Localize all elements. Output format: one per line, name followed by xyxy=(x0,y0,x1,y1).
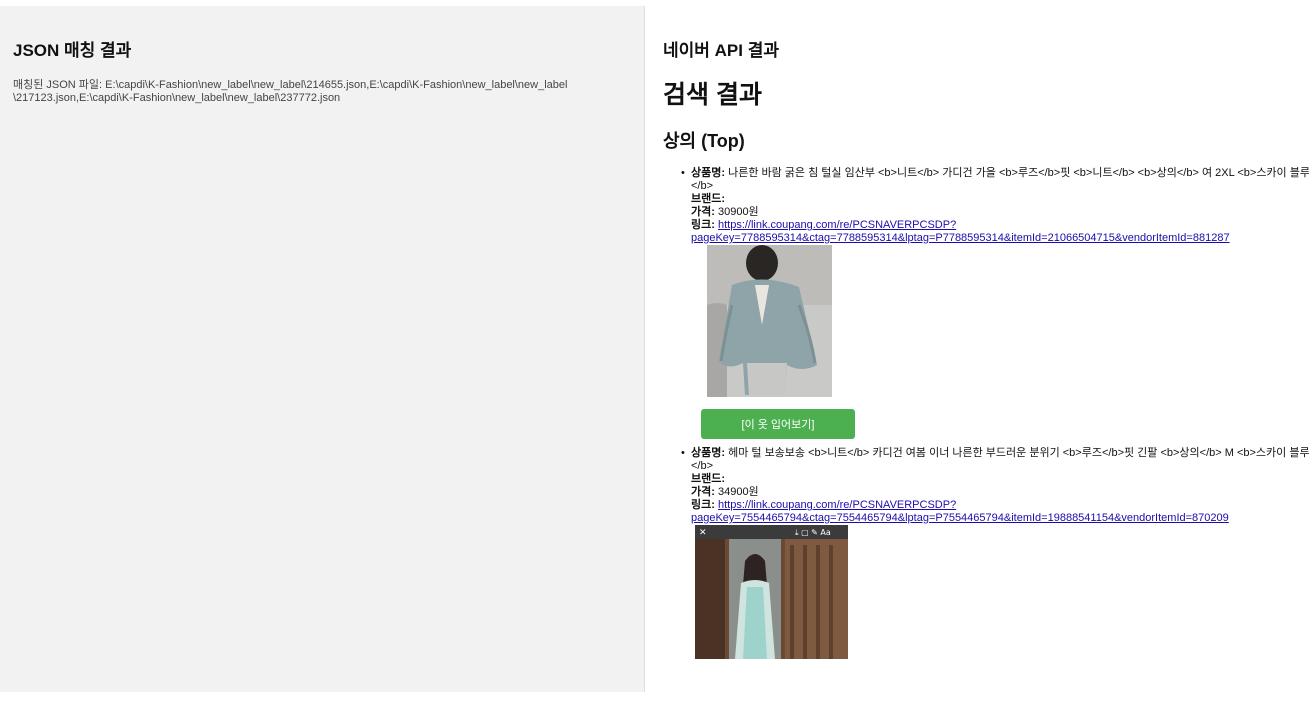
product-name-label: 상품명: xyxy=(691,447,726,459)
product-price-line: 가격: 34900원 xyxy=(691,486,1311,499)
list-bullet: • xyxy=(681,447,685,459)
try-on-button[interactable]: [이 옷 입어보기] xyxy=(701,409,855,439)
product-brand-label: 브랜드: xyxy=(691,473,726,485)
product-name: 헤마 털 보송보송 <b>니트</b> 카디건 여봄 이너 나른한 부드러운 분… xyxy=(691,447,1310,472)
product-price-label: 가격: xyxy=(691,486,715,498)
category-title-top: 상의 (Top) xyxy=(663,131,745,151)
product-brand-line: 브랜드: xyxy=(691,193,1311,206)
json-result-panel: JSON 매칭 결과 매칭된 JSON 파일: E:\capdi\K-Fashi… xyxy=(0,6,645,692)
product-image-cardigan[interactable] xyxy=(707,245,832,397)
naver-api-title: 네이버 API 결과 xyxy=(663,41,779,60)
scrollbar[interactable] xyxy=(1309,0,1315,692)
product-link-label: 링크: xyxy=(691,219,715,231)
product-name-line: 상품명: 나른한 바람 굵은 침 털실 임산부 <b>니트</b> 가디건 가을… xyxy=(691,167,1311,193)
product-link[interactable]: https://link.coupang.com/re/PCSNAVERPCSD… xyxy=(718,499,956,511)
matched-json-label: 매칭된 JSON 파일: xyxy=(13,79,103,91)
product-price: 30900원 xyxy=(717,206,759,218)
svg-text:✕: ✕ xyxy=(699,528,707,538)
list-bullet: • xyxy=(681,167,685,179)
svg-text:⤓ ▢ ✎ Aa: ⤓ ▢ ✎ Aa xyxy=(795,528,831,537)
product-price-line: 가격: 30900원 xyxy=(691,206,1311,219)
product-item: • 상품명: 헤마 털 보송보송 <b>니트</b> 카디건 여봄 이너 나른한… xyxy=(681,447,1311,659)
page: JSON 매칭 결과 매칭된 JSON 파일: E:\capdi\K-Fashi… xyxy=(0,0,1315,708)
product-link[interactable]: https://link.coupang.com/re/PCSNAVERPCSD… xyxy=(718,219,956,231)
product-image-model[interactable]: ✕ ⤓ ▢ ✎ Aa xyxy=(695,525,848,659)
product-price: 34900원 xyxy=(717,486,759,498)
product-brand-line: 브랜드: xyxy=(691,473,1311,486)
matched-json-files: 매칭된 JSON 파일: E:\capdi\K-Fashion\new_labe… xyxy=(13,79,573,105)
product-name-line: 상품명: 헤마 털 보송보송 <b>니트</b> 카디건 여봄 이너 나른한 부… xyxy=(691,447,1311,473)
product-link-continued[interactable]: pageKey=7554465794&ctag=7554465794&lptag… xyxy=(691,512,1311,525)
product-link-continued[interactable]: pageKey=7788595314&ctag=7788595314&lptag… xyxy=(691,232,1311,245)
product-item: • 상품명: 나른한 바람 굵은 침 털실 임산부 <b>니트</b> 가디건 … xyxy=(681,167,1311,439)
product-list: • 상품명: 나른한 바람 굵은 침 털실 임산부 <b>니트</b> 가디건 … xyxy=(663,167,1315,659)
search-results-title: 검색 결과 xyxy=(663,81,762,109)
json-result-title: JSON 매칭 결과 xyxy=(13,41,132,60)
product-name: 나른한 바람 굵은 침 털실 임산부 <b>니트</b> 가디건 가을 <b>루… xyxy=(691,167,1310,192)
product-name-label: 상품명: xyxy=(691,167,726,179)
product-brand-label: 브랜드: xyxy=(691,193,726,205)
naver-api-panel[interactable]: 네이버 API 결과 검색 결과 상의 (Top) • 상품명: 나른한 바람 … xyxy=(650,0,1315,692)
product-price-label: 가격: xyxy=(691,206,715,218)
product-link-line: 링크: https://link.coupang.com/re/PCSNAVER… xyxy=(691,499,1311,512)
product-link-label: 링크: xyxy=(691,499,715,511)
product-link-line: 링크: https://link.coupang.com/re/PCSNAVER… xyxy=(691,219,1311,232)
